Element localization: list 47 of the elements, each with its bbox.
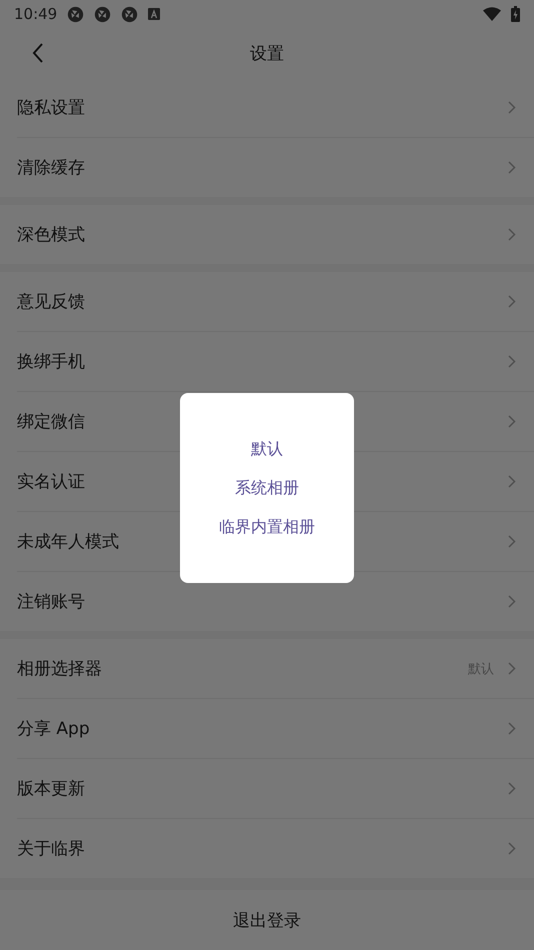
chevron-right-icon (508, 782, 516, 795)
chevron-right-icon (508, 535, 516, 548)
chevron-right-icon (508, 722, 516, 735)
chevron-right-icon (508, 475, 516, 488)
row-label: 意见反馈 (17, 291, 85, 313)
settings-row[interactable]: 关于临界 (17, 819, 534, 878)
row-label: 换绑手机 (17, 351, 85, 373)
row-label: 实名认证 (17, 471, 85, 493)
row-label: 关于临界 (17, 838, 85, 860)
keyboard-indicator-icon (148, 8, 160, 20)
back-icon[interactable] (32, 43, 44, 63)
row-label: 相册选择器 (17, 658, 102, 680)
wifi-icon (483, 7, 501, 21)
row-label: 绑定微信 (17, 411, 85, 433)
chevron-right-icon (508, 595, 516, 608)
row-label: 隐私设置 (17, 97, 85, 119)
chevron-right-icon (508, 161, 516, 174)
settings-row[interactable]: 注销账号 (17, 572, 534, 631)
row-label: 未成年人模式 (17, 531, 119, 553)
settings-row[interactable]: 分享 App (17, 699, 534, 759)
status-time: 10:49 (14, 5, 58, 23)
settings-row[interactable]: 深色模式 (17, 205, 534, 264)
settings-row[interactable]: 换绑手机 (17, 332, 534, 392)
settings-row[interactable]: 隐私设置 (17, 78, 534, 138)
chevron-right-icon (508, 662, 516, 675)
dialog-option[interactable]: 系统相册 (235, 478, 299, 498)
chevron-right-icon (508, 101, 516, 114)
row-label: 分享 App (17, 718, 90, 740)
chevron-right-icon (508, 842, 516, 855)
row-label: 清除缓存 (17, 157, 85, 179)
aperture-icon (94, 6, 112, 22)
page-title: 设置 (250, 42, 284, 64)
row-label: 注销账号 (17, 591, 85, 613)
dialog-option[interactable]: 临界内置相册 (219, 516, 315, 538)
aperture-icon (121, 6, 138, 22)
chevron-right-icon (508, 415, 516, 428)
settings-row[interactable]: 清除缓存 (17, 138, 534, 197)
chevron-right-icon (508, 355, 516, 368)
settings-row[interactable]: 版本更新 (17, 759, 534, 819)
chevron-right-icon (508, 228, 516, 241)
battery-icon (511, 6, 520, 22)
chevron-right-icon (508, 295, 516, 308)
row-label: 深色模式 (17, 224, 85, 246)
aperture-icon (67, 6, 84, 22)
settings-row[interactable]: 意见反馈 (17, 272, 534, 332)
logout-button[interactable]: 退出登录 (0, 890, 534, 950)
row-label: 版本更新 (17, 778, 85, 800)
